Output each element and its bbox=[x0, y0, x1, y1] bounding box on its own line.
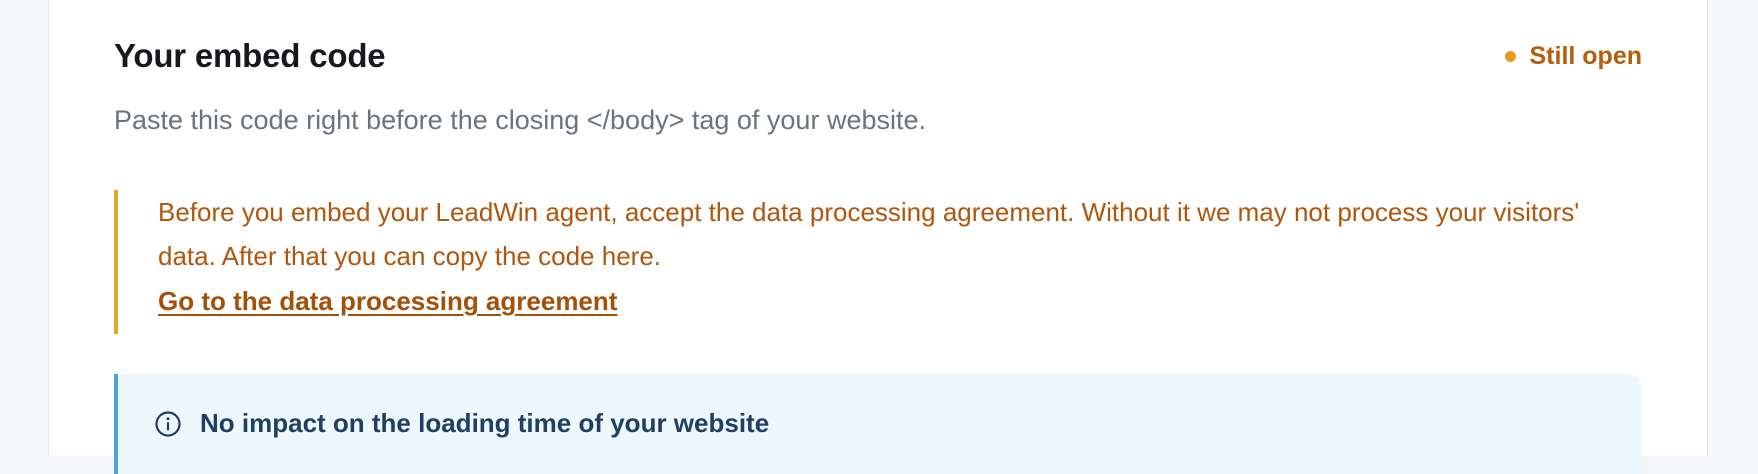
section-header: Your embed code Still open bbox=[114, 34, 1642, 78]
status-dot-icon bbox=[1504, 50, 1516, 62]
section-title: Your embed code bbox=[114, 37, 386, 74]
info-title: No impact on the loading time of your we… bbox=[200, 408, 770, 438]
info-circle-icon bbox=[154, 410, 182, 438]
status-indicator: Still open bbox=[1504, 34, 1643, 78]
status-label: Still open bbox=[1529, 41, 1643, 70]
embed-code-card: Your embed code Still open Paste this co… bbox=[48, 0, 1708, 474]
section-subtitle: Paste this code right before the closing… bbox=[114, 105, 926, 135]
dpa-notice: Before you embed your LeadWin agent, acc… bbox=[114, 190, 1642, 334]
info-callout: No impact on the loading time of your we… bbox=[114, 374, 1642, 474]
notice-text: Before you embed your LeadWin agent, acc… bbox=[158, 197, 1580, 271]
dpa-link[interactable]: Go to the data processing agreement bbox=[158, 286, 617, 317]
info-callout-header: No impact on the loading time of your we… bbox=[154, 408, 769, 439]
